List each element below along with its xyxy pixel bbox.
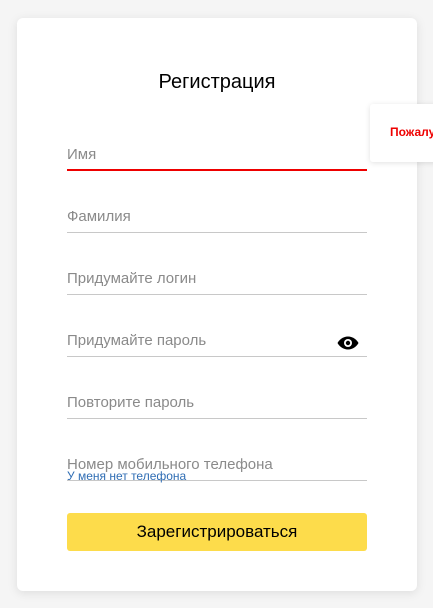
login-field xyxy=(67,255,367,295)
first-name-field xyxy=(67,131,367,171)
no-phone-link[interactable]: У меня нет телефона xyxy=(67,469,186,483)
error-tooltip-text: Пожалу xyxy=(390,125,433,139)
password-input[interactable] xyxy=(67,317,367,356)
password-repeat-field xyxy=(67,379,367,419)
login-input[interactable] xyxy=(67,255,367,294)
register-button[interactable]: Зарегистрироваться xyxy=(67,513,367,551)
password-repeat-input[interactable] xyxy=(67,379,367,418)
password-field xyxy=(67,317,367,357)
page-title: Регистрация xyxy=(158,71,276,93)
eye-icon[interactable] xyxy=(337,336,359,350)
first-name-input[interactable] xyxy=(67,131,367,169)
registration-card: Регистрация У меня нет телефона Зарегист… xyxy=(17,18,417,591)
last-name-input[interactable] xyxy=(67,193,367,232)
error-tooltip: Пожалу xyxy=(370,104,433,162)
last-name-field xyxy=(67,193,367,233)
